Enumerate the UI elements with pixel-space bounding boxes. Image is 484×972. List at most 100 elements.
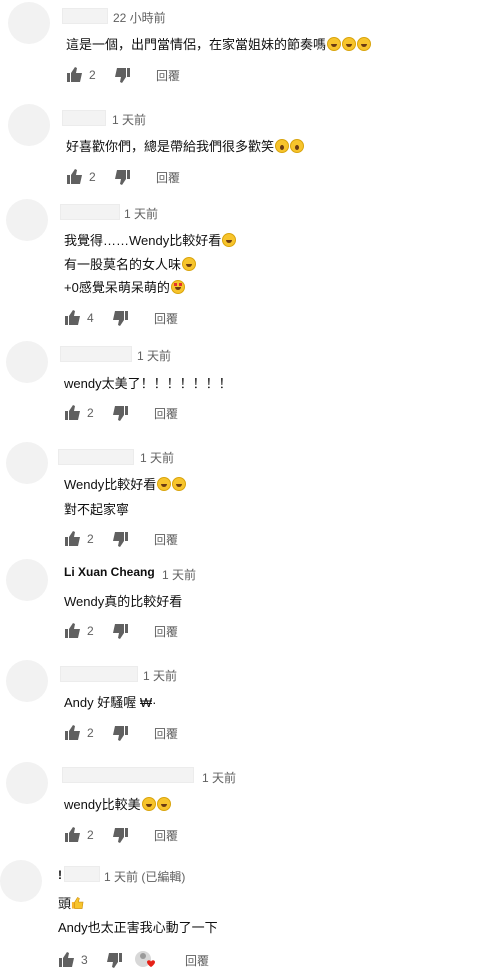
comment-time[interactable]: 1 天前 (202, 769, 236, 786)
thumb-down-icon[interactable] (111, 309, 129, 327)
comment-text: 這是一個，出門當情侶，在家當姐妹的節奏嗎 (66, 37, 327, 52)
grinning-squint-emoji (156, 797, 171, 811)
reply-button[interactable]: 回覆 (156, 67, 180, 84)
thumb-up-icon[interactable] (64, 724, 82, 742)
like-count: 2 (87, 532, 94, 546)
like-count: 2 (89, 170, 96, 184)
comment-text-line: 好喜歡你們，總是帶給我們很多歡笑 (66, 136, 305, 155)
author-name-redacted[interactable] (60, 666, 138, 682)
comment-text-line: Andy 好騷喔 ₩· (64, 692, 156, 711)
scream-emoji (290, 139, 305, 153)
avatar[interactable] (0, 860, 42, 902)
comment-text: Wendy比較好看 (64, 477, 157, 492)
comment-actions: 2 回覆 (66, 66, 206, 84)
avatar[interactable] (6, 660, 48, 702)
thumb-up-icon[interactable] (58, 951, 76, 969)
thumb-down-icon[interactable] (111, 826, 129, 844)
thumb-up-icon[interactable] (66, 168, 84, 186)
reply-button[interactable]: 回覆 (154, 531, 178, 548)
thumb-up-icon[interactable] (64, 826, 82, 844)
heart-eyes-emoji (170, 280, 185, 294)
author-name[interactable]: ! (58, 868, 62, 882)
grinning-squint-emoji (157, 477, 172, 491)
comment-time[interactable]: 1 天前 (112, 111, 146, 128)
comment-text: Andy 好騷喔 ₩· (64, 695, 157, 710)
comment-text-line: Wendy真的比較好看 (64, 591, 182, 610)
reply-button[interactable]: 回覆 (154, 405, 178, 422)
author-name-redacted[interactable] (60, 346, 132, 362)
comment-time[interactable]: 1 天前 (124, 205, 158, 222)
reply-button[interactable]: 回覆 (154, 827, 178, 844)
thumb-up-icon[interactable] (64, 404, 82, 422)
author-name[interactable]: Li Xuan Cheang (64, 565, 155, 579)
comment-text-line: wendy比較美 (64, 794, 171, 813)
thumb-down-icon[interactable] (111, 404, 129, 422)
comment-text: 對不起家寧 (64, 502, 130, 517)
reply-button[interactable]: 回覆 (154, 310, 178, 327)
like-count: 4 (87, 311, 94, 325)
avatar[interactable] (6, 341, 48, 383)
author-name-redacted[interactable] (62, 767, 194, 783)
comment-actions: 2 回覆 (64, 622, 204, 640)
grinning-squint-emoji (342, 37, 357, 51)
grinning-squint-emoji (222, 233, 237, 247)
comment-text-line: wendy太美了！！！！！！！ (64, 373, 232, 392)
thumb-down-icon[interactable] (111, 530, 129, 548)
like-count: 2 (87, 726, 94, 740)
avatar[interactable] (6, 559, 48, 601)
comment-time[interactable]: 1 天前 (已編輯) (104, 868, 185, 885)
reply-button[interactable]: 回覆 (154, 725, 178, 742)
author-name-redacted[interactable] (58, 449, 134, 465)
avatar[interactable] (8, 2, 50, 44)
thumb-down-icon[interactable] (113, 66, 131, 84)
thumbs-up-emoji (71, 897, 84, 909)
comment-actions: 2 回覆 (64, 404, 204, 422)
avatar[interactable] (6, 762, 48, 804)
like-count: 2 (87, 828, 94, 842)
comment-text: +0感覺呆萌呆萌的 (64, 280, 170, 295)
scream-emoji (275, 139, 290, 153)
like-count: 3 (81, 953, 88, 967)
avatar[interactable] (8, 104, 50, 146)
avatar[interactable] (6, 199, 48, 241)
grinning-squint-emoji (327, 37, 342, 51)
thumb-up-icon[interactable] (64, 530, 82, 548)
comment-text: 好喜歡你們，總是帶給我們很多歡笑 (66, 139, 275, 154)
comment-text-line: Andy也太正害我心動了一下 (58, 917, 218, 936)
like-count: 2 (87, 406, 94, 420)
grinning-squint-emoji (357, 37, 372, 51)
comment-actions: 2 回覆 (64, 826, 204, 844)
comment-text-line: 這是一個，出門當情侶，在家當姐妹的節奏嗎 (66, 34, 372, 53)
comment-text-line: Wendy比較好看 (64, 474, 187, 493)
thumb-up-icon[interactable] (64, 622, 82, 640)
thumb-down-icon[interactable] (105, 951, 123, 969)
author-name-redacted[interactable] (62, 8, 108, 24)
comment-actions: 3 回覆 (58, 951, 228, 969)
author-name-redacted[interactable] (64, 866, 100, 882)
author-name-redacted[interactable] (60, 204, 120, 220)
comment-time[interactable]: 1 天前 (162, 566, 196, 583)
grinning-squint-emoji (141, 797, 156, 811)
thumb-down-icon[interactable] (113, 168, 131, 186)
comment-time[interactable]: 22 小時前 (113, 9, 166, 26)
reply-button[interactable]: 回覆 (154, 623, 178, 640)
reply-button[interactable]: 回覆 (156, 169, 180, 186)
comment-time[interactable]: 1 天前 (137, 347, 171, 364)
reply-button[interactable]: 回覆 (185, 952, 209, 969)
comment-actions: 2 回覆 (64, 530, 204, 548)
comment-text: wendy太美了！！！！！！！ (64, 376, 232, 391)
avatar[interactable] (6, 442, 48, 484)
like-count: 2 (87, 624, 94, 638)
thumb-up-icon[interactable] (64, 309, 82, 327)
comment-time[interactable]: 1 天前 (140, 449, 174, 466)
comment-actions: 2 回覆 (66, 168, 206, 186)
comment-text-line: 有一股莫名的女人味 (64, 254, 197, 273)
grinning-squint-emoji (172, 477, 187, 491)
thumb-up-icon[interactable] (66, 66, 84, 84)
thumb-down-icon[interactable] (111, 622, 129, 640)
author-name-redacted[interactable] (62, 110, 106, 126)
comment-text: 我覺得……Wendy比較好看 (64, 233, 222, 248)
comment-time[interactable]: 1 天前 (143, 667, 177, 684)
grinning-squint-emoji (182, 257, 197, 271)
thumb-down-icon[interactable] (111, 724, 129, 742)
